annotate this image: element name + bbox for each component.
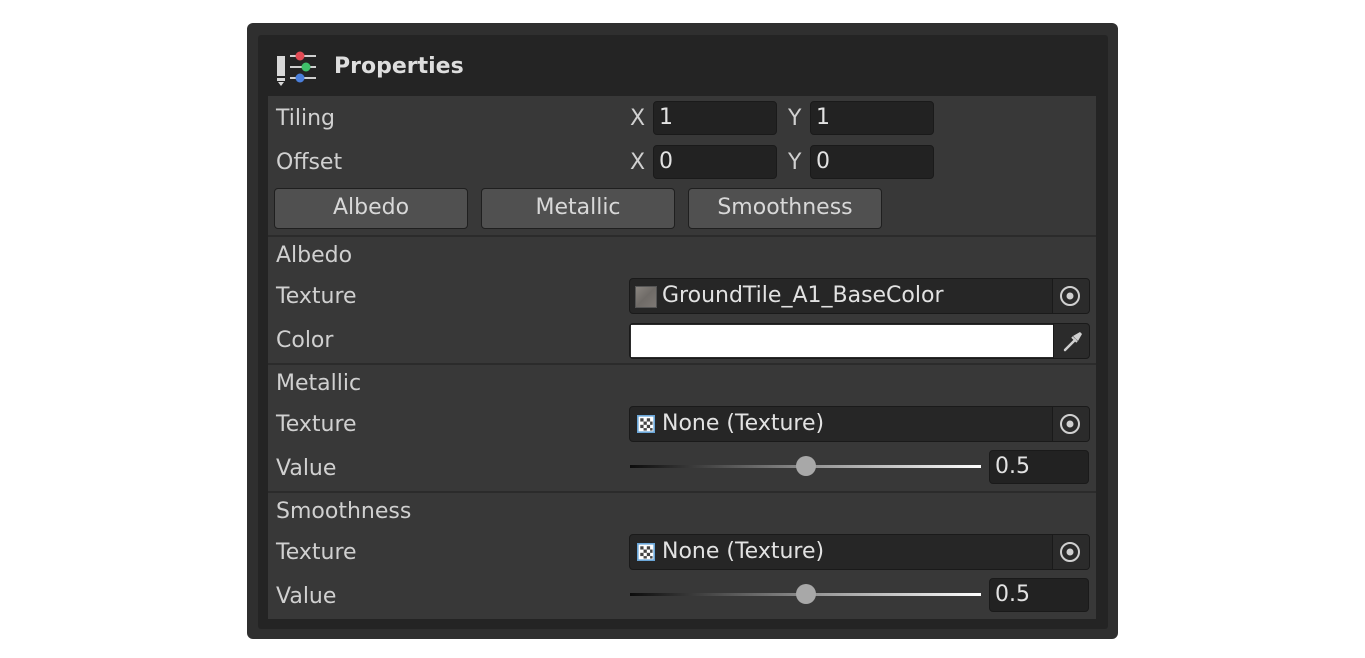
object-picker-icon (1060, 286, 1080, 306)
eyedropper-button[interactable] (1053, 324, 1089, 358)
offset-x-label: X (630, 150, 646, 175)
metallic-texture-value: None (Texture) (662, 411, 825, 436)
albedo-texture-value: GroundTile_A1_BaseColor (662, 283, 944, 308)
tab-albedo[interactable]: Albedo (274, 188, 468, 229)
smoothness-texture-field[interactable]: None (Texture) (629, 534, 1090, 570)
properties-panel: Properties Tiling X 1 Y 1 Offset X 0 Y 0… (258, 35, 1108, 629)
smoothness-texture-picker-button[interactable] (1052, 535, 1089, 569)
offset-x-input[interactable]: 0 (653, 145, 777, 179)
section-divider (268, 491, 1096, 493)
metallic-texture-label: Texture (276, 412, 357, 437)
section-divider (268, 363, 1096, 365)
tiling-x-label: X (630, 106, 646, 131)
tab-smoothness[interactable]: Smoothness (688, 188, 882, 229)
metallic-texture-field[interactable]: None (Texture) (629, 406, 1090, 442)
albedo-color-label: Color (276, 328, 334, 353)
albedo-section-label: Albedo (276, 243, 353, 268)
eyedropper-icon (1063, 332, 1082, 352)
metallic-texture-picker-button[interactable] (1052, 407, 1089, 441)
properties-content: Tiling X 1 Y 1 Offset X 0 Y 0 Albedo Met… (268, 96, 1096, 619)
tiling-y-input[interactable]: 1 (810, 101, 934, 135)
object-picker-icon (1060, 542, 1080, 562)
albedo-color-field[interactable] (629, 323, 1090, 359)
tiling-y-label: Y (788, 106, 802, 131)
offset-y-label: Y (788, 150, 802, 175)
smoothness-texture-label: Texture (276, 540, 357, 565)
metallic-value-label: Value (276, 456, 337, 481)
offset-y-input[interactable]: 0 (810, 145, 934, 179)
metallic-value-input[interactable]: 0.5 (989, 450, 1089, 484)
smoothness-slider-handle[interactable] (795, 584, 816, 604)
smoothness-section-label: Smoothness (276, 499, 412, 524)
panel-title: Properties (334, 54, 464, 79)
albedo-texture-picker-button[interactable] (1052, 279, 1089, 313)
properties-window: Properties Tiling X 1 Y 1 Offset X 0 Y 0… (247, 23, 1118, 639)
texture-thumbnail-icon (635, 286, 657, 308)
smoothness-texture-value: None (Texture) (662, 539, 825, 564)
tab-metallic[interactable]: Metallic (481, 188, 675, 229)
smoothness-value-input[interactable]: 0.5 (989, 578, 1089, 612)
panel-header: Properties (258, 35, 1108, 96)
albedo-color-swatch[interactable] (631, 325, 1054, 357)
metallic-section-label: Metallic (276, 371, 362, 396)
tiling-label: Tiling (276, 106, 336, 131)
object-picker-icon (1060, 414, 1080, 434)
empty-texture-icon (637, 415, 655, 433)
albedo-texture-label: Texture (276, 284, 357, 309)
albedo-texture-field[interactable]: GroundTile_A1_BaseColor (629, 278, 1090, 314)
metallic-slider-handle[interactable] (795, 456, 816, 476)
tiling-x-input[interactable]: 1 (653, 101, 777, 135)
offset-label: Offset (276, 150, 343, 175)
empty-texture-icon (637, 543, 655, 561)
smoothness-value-label: Value (276, 584, 337, 609)
material-properties-icon (277, 51, 316, 86)
section-divider (268, 235, 1096, 237)
